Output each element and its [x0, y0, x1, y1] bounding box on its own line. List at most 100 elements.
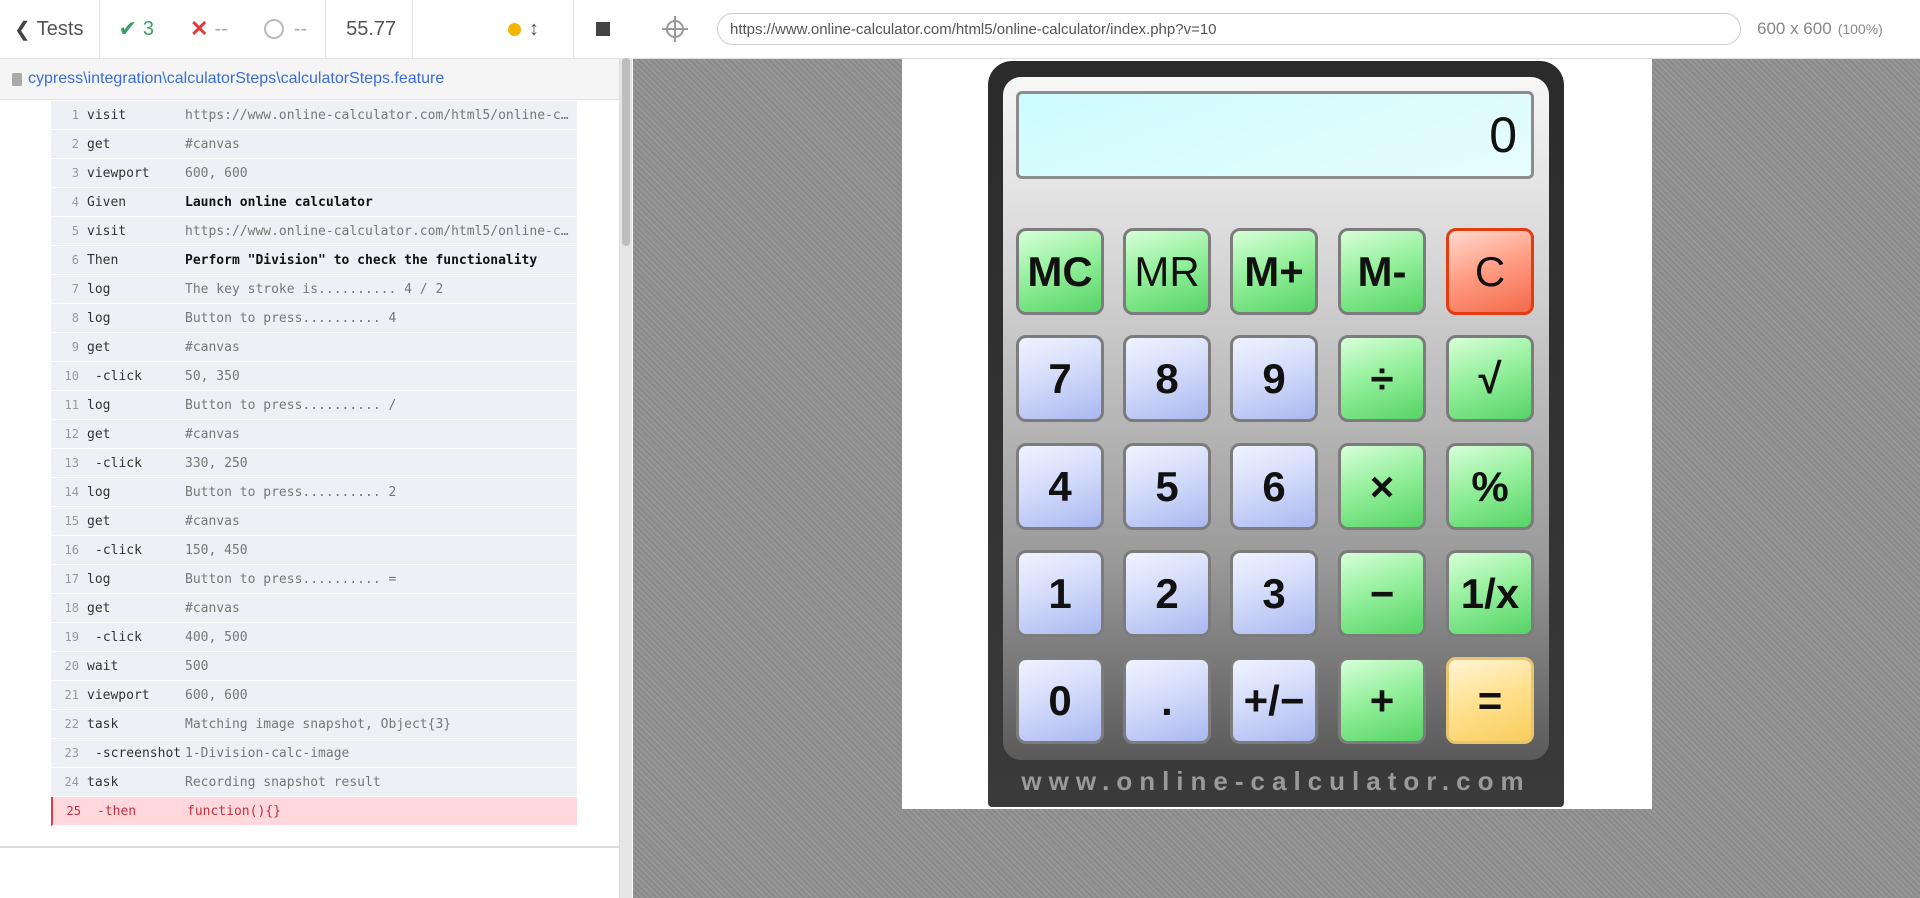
command-row[interactable]: 22 task Matching image snapshot, Object{3}	[51, 710, 577, 739]
key-reciprocal[interactable]: 1/x	[1446, 550, 1534, 637]
command-message: https://www.online-calculator.com/html5/…	[185, 223, 577, 239]
key-0[interactable]: 0	[1016, 657, 1104, 744]
key-clear[interactable]: C	[1446, 228, 1534, 315]
divider	[0, 846, 619, 848]
key-3[interactable]: 3	[1230, 550, 1318, 637]
command-message: Perform "Division" to check the function…	[185, 252, 538, 268]
command-message: 600, 600	[185, 687, 248, 703]
key-5[interactable]: 5	[1123, 443, 1211, 530]
key-mr[interactable]: MR	[1123, 228, 1211, 315]
spec-file-bar: cypress\integration\calculatorSteps\calc…	[0, 59, 619, 100]
failed-count: ✕ --	[172, 0, 246, 58]
command-row[interactable]: 13 -click 330, 250	[51, 449, 577, 478]
viewport-info: 600 x 600 (100%)	[1757, 19, 1883, 39]
tests-button[interactable]: ❮ Tests	[0, 0, 99, 58]
command-row[interactable]: 5 visit https://www.online-calculator.com/…	[51, 217, 577, 246]
command-name: -click	[95, 629, 142, 645]
command-row[interactable]: 12 get #canvas	[51, 420, 577, 449]
command-row[interactable]: 19 -click 400, 500	[51, 623, 577, 652]
command-number: 11	[64, 398, 79, 412]
vertical-arrows-icon[interactable]: ↕	[529, 18, 539, 41]
key-equals[interactable]: =	[1446, 657, 1534, 744]
reporter-scrollbar[interactable]	[620, 58, 632, 898]
command-row[interactable]: 11 log Button to press.......... /	[51, 391, 577, 420]
key-2[interactable]: 2	[1123, 550, 1211, 637]
command-name: log	[87, 281, 111, 297]
command-message: 150, 450	[185, 542, 248, 558]
key-7[interactable]: 7	[1016, 335, 1104, 422]
file-icon	[12, 72, 22, 86]
command-message: 600, 600	[185, 165, 248, 181]
command-row[interactable]: 7 log The key stroke is.......... 4 / 2	[51, 275, 577, 304]
command-row[interactable]: 9 get #canvas	[51, 333, 577, 362]
key-9[interactable]: 9	[1230, 335, 1318, 422]
command-name: -click	[95, 368, 142, 384]
command-row[interactable]: 10 -click 50, 350	[51, 362, 577, 391]
key-8[interactable]: 8	[1123, 335, 1211, 422]
command-row[interactable]: 4 Given Launch online calculator	[51, 188, 577, 217]
tests-label: Tests	[36, 17, 84, 40]
command-row[interactable]: 18 get #canvas	[51, 594, 577, 623]
calculator-display: 0	[1016, 91, 1534, 179]
command-row[interactable]: 6 Then Perform "Division" to check the fun…	[51, 246, 577, 275]
command-message: 500	[185, 658, 209, 674]
stats-bar: ❮ Tests ✔ 3 ✕ -- -- 55.77 ↕	[0, 0, 632, 59]
key-m-plus[interactable]: M+	[1230, 228, 1318, 315]
command-row[interactable]: 1 visit https://www.online-calculator.com/…	[51, 101, 577, 130]
key-minus[interactable]: −	[1338, 550, 1426, 637]
key-6[interactable]: 6	[1230, 443, 1318, 530]
passed-count: ✔ 3	[100, 0, 172, 58]
key-sqrt[interactable]: √	[1446, 335, 1534, 422]
url-bar[interactable]: https://www.online-calculator.com/html5/…	[717, 13, 1741, 45]
command-number: 14	[64, 485, 79, 499]
command-name: get	[87, 600, 111, 616]
command-message: 50, 350	[185, 368, 240, 384]
command-row[interactable]: 17 log Button to press.......... =	[51, 565, 577, 594]
key-divide[interactable]: ÷	[1338, 335, 1426, 422]
command-row[interactable]: 3 viewport 600, 600	[51, 159, 577, 188]
key-1[interactable]: 1	[1016, 550, 1104, 637]
stop-button[interactable]	[573, 0, 632, 58]
key-multiply[interactable]: ×	[1338, 443, 1426, 530]
command-row[interactable]: 2 get #canvas	[51, 130, 577, 159]
command-row[interactable]: 15 get #canvas	[51, 507, 577, 536]
command-number: 12	[64, 427, 79, 441]
command-number: 21	[64, 688, 79, 702]
command-row[interactable]: 16 -click 150, 450	[51, 536, 577, 565]
command-message: Button to press.......... 4	[185, 310, 397, 326]
command-number: 18	[64, 601, 79, 615]
key-m-minus[interactable]: M-	[1338, 228, 1426, 315]
x-icon: ✕	[190, 16, 209, 41]
command-name: viewport	[87, 165, 150, 181]
key-negate[interactable]: +/−	[1230, 657, 1318, 744]
key-4[interactable]: 4	[1016, 443, 1104, 530]
command-row[interactable]: 23 -screenshot 1-Division-calc-image	[51, 739, 577, 768]
command-name: -click	[95, 455, 142, 471]
command-row[interactable]: 14 log Button to press.......... 2	[51, 478, 577, 507]
command-row[interactable]: 8 log Button to press.......... 4	[51, 304, 577, 333]
command-row[interactable]: 20 wait 500	[51, 652, 577, 681]
key-plus[interactable]: +	[1338, 657, 1426, 744]
command-number: 17	[64, 572, 79, 586]
selector-playground-button[interactable]	[655, 9, 695, 49]
command-name: task	[87, 774, 119, 790]
key-mc[interactable]: MC	[1016, 228, 1104, 315]
crosshair-icon	[662, 16, 688, 42]
command-number: 13	[64, 456, 79, 470]
command-row[interactable]: 21 viewport 600, 600	[51, 681, 577, 710]
command-message: Matching image snapshot, Object{3}	[185, 716, 452, 732]
pending-value: --	[293, 17, 308, 40]
scrollbar-thumb[interactable]	[622, 58, 630, 246]
command-number: 19	[64, 630, 79, 644]
command-name: log	[87, 571, 111, 587]
key-decimal[interactable]: .	[1123, 657, 1211, 744]
command-message: Launch online calculator	[185, 194, 373, 210]
command-name: Then	[87, 252, 119, 268]
spec-file-link[interactable]: cypress\integration\calculatorSteps\calc…	[28, 70, 444, 88]
url-text: https://www.online-calculator.com/html5/…	[730, 20, 1217, 38]
passed-value: 3	[142, 17, 155, 40]
key-percent[interactable]: %	[1446, 443, 1534, 530]
command-name: log	[87, 484, 111, 500]
command-row[interactable]: 24 task Recording snapshot result	[51, 768, 577, 797]
command-row[interactable]: 25 -then function(){}	[51, 797, 577, 826]
